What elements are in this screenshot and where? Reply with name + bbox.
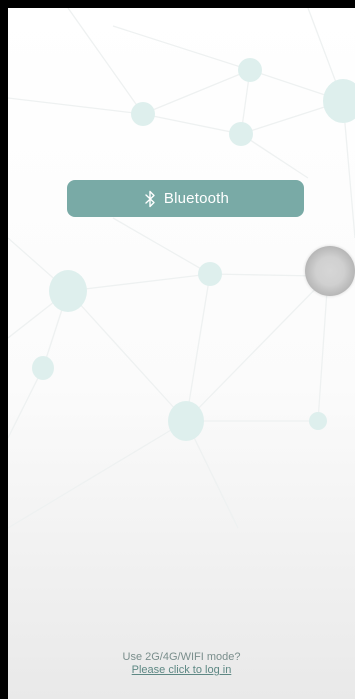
app-screen: Bluetooth Use 2G/4G/WIFI mode? Please cl… xyxy=(8,8,355,699)
bluetooth-icon xyxy=(142,189,158,209)
login-link[interactable]: Please click to log in xyxy=(132,664,232,677)
assistive-touch-button[interactable] xyxy=(305,246,355,296)
bluetooth-button-label: Bluetooth xyxy=(163,190,230,207)
mode-prompt-text: Use 2G/4G/WIFI mode? xyxy=(122,651,241,663)
network-background xyxy=(8,8,355,529)
footer: Use 2G/4G/WIFI mode? Please click to log… xyxy=(8,651,355,677)
bluetooth-button[interactable]: Bluetooth xyxy=(67,180,304,217)
